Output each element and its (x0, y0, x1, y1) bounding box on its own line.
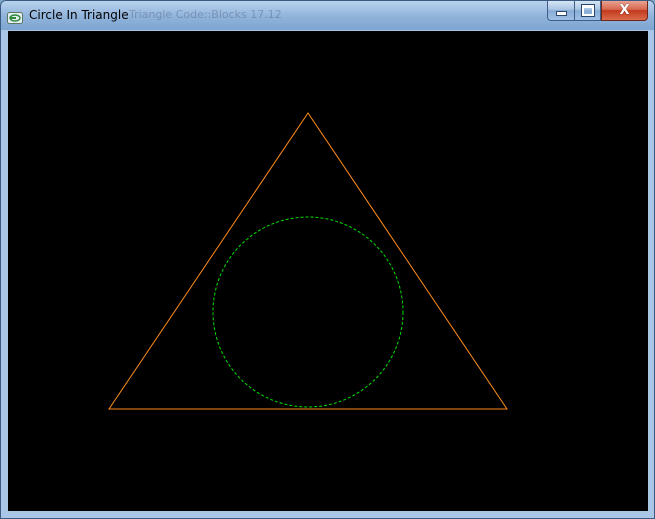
triangle-outline (108, 112, 508, 410)
caption-buttons: X (547, 1, 648, 21)
inscribed-circle-dashed (212, 216, 404, 408)
close-button[interactable]: X (601, 1, 648, 21)
maximize-button[interactable] (574, 1, 601, 21)
canvas-svg (108, 112, 508, 410)
close-icon: X (619, 3, 630, 18)
app-icon[interactable] (7, 9, 23, 24)
drawing-canvas[interactable] (8, 31, 648, 511)
window-title: Circle In Triangle (29, 8, 129, 22)
maximize-icon (581, 5, 594, 16)
minimize-button[interactable] (547, 1, 574, 21)
background-window-title: Triangle Code::Blocks 17.12 (129, 8, 282, 21)
app-window: Circle In Triangle Triangle Code::Blocks… (0, 0, 655, 519)
title-bar[interactable]: Circle In Triangle Triangle Code::Blocks… (1, 1, 654, 30)
minimize-icon (555, 11, 567, 16)
